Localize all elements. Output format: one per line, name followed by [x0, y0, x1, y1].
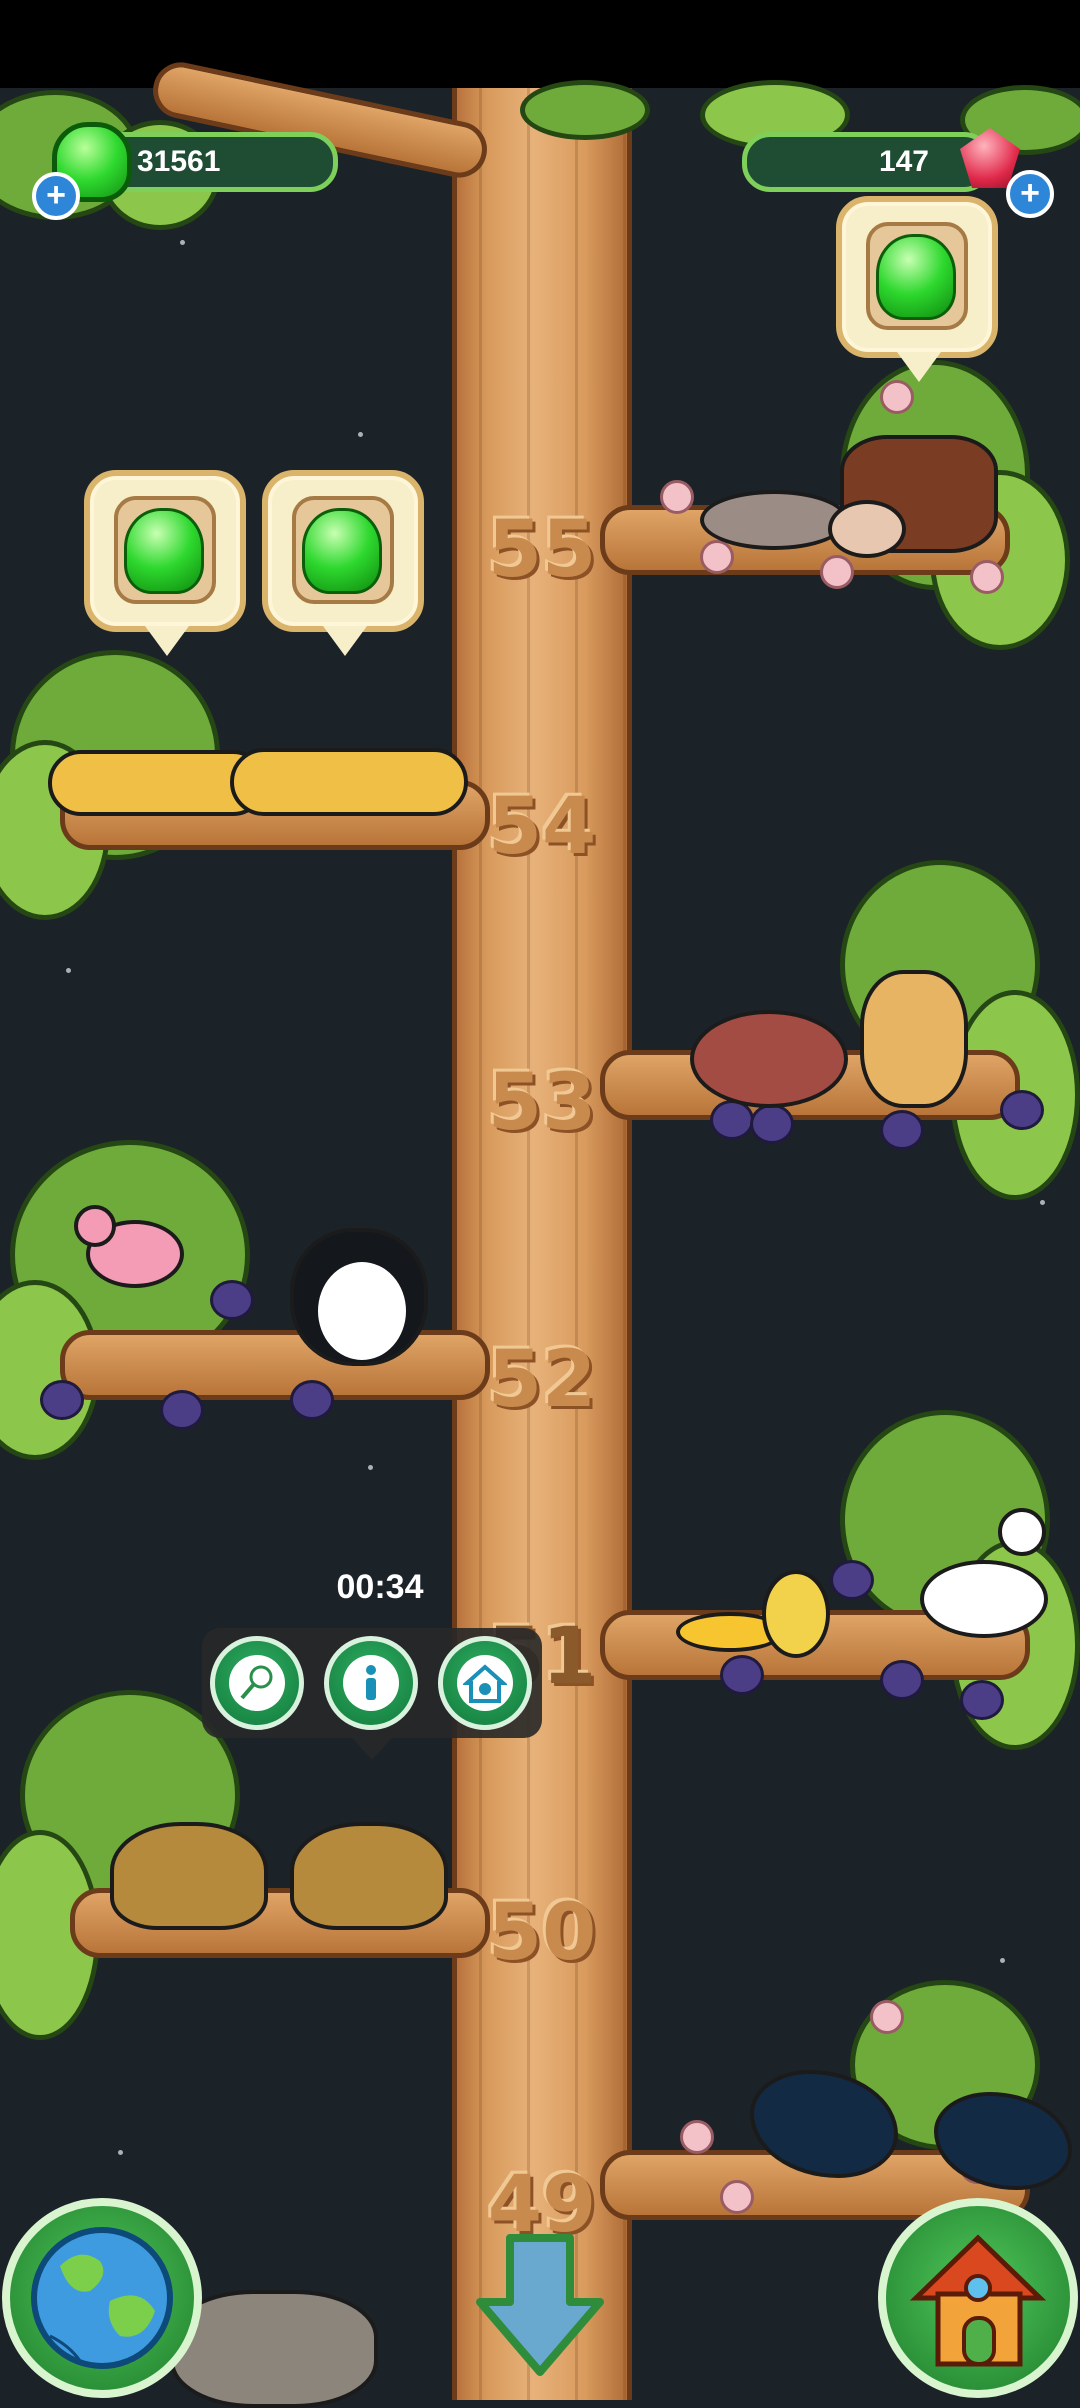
animal-action-menu — [202, 1628, 542, 1760]
level-number-55: 55 — [487, 505, 597, 595]
crystal-counter: 147 — [742, 132, 992, 192]
house-icon — [909, 2234, 1047, 2367]
add-crystal-button[interactable]: + — [1006, 170, 1054, 218]
green-jelly-icon — [302, 508, 382, 594]
house-button[interactable] — [878, 2198, 1078, 2398]
animal-home-button[interactable] — [438, 1636, 532, 1730]
world-map-button[interactable] — [2, 2198, 202, 2398]
level-number-53: 53 — [487, 1058, 597, 1148]
butterfly-net-icon — [229, 1655, 285, 1711]
green-jelly-icon — [876, 234, 956, 320]
jelly-count: 31561 — [137, 145, 221, 178]
add-jelly-button[interactable]: + — [32, 172, 80, 220]
animal-house-icon — [457, 1655, 513, 1711]
info-icon — [343, 1655, 399, 1711]
info-button[interactable] — [324, 1636, 418, 1730]
arrow-down-icon — [476, 2234, 604, 2376]
globe-icon — [31, 2227, 173, 2369]
level-number-54: 54 — [487, 782, 597, 872]
scroll-down-button[interactable] — [474, 2230, 606, 2380]
crystal-count: 147 — [878, 145, 929, 178]
jelly-reward-bubble-55[interactable] — [836, 196, 998, 382]
jelly-reward-bubble-54b[interactable] — [262, 470, 424, 656]
branch-timer: 00:34 — [336, 1568, 424, 1606]
level-number-50: 50 — [487, 1888, 597, 1978]
jelly-reward-bubble-54a[interactable] — [84, 470, 246, 656]
level-number-52: 52 — [487, 1335, 597, 1425]
tree-trunk — [452, 88, 632, 2400]
green-jelly-icon — [124, 508, 204, 594]
catch-button[interactable] — [210, 1636, 304, 1730]
